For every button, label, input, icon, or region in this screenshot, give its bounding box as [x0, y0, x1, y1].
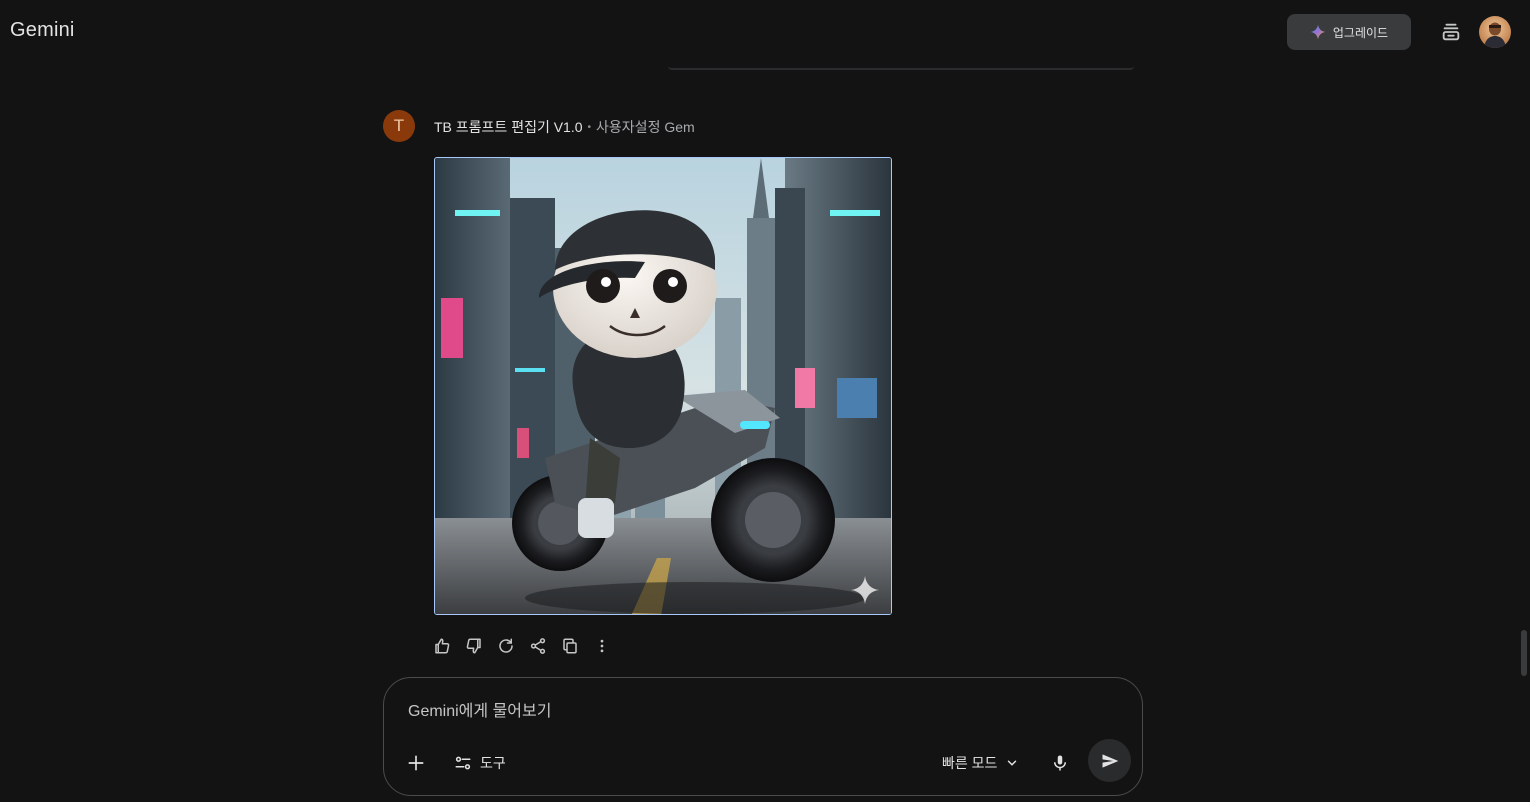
- send-icon: [1102, 753, 1118, 768]
- avatar: [1479, 16, 1511, 48]
- top-bar: Gemini 업그레이드: [0, 0, 1530, 64]
- upgrade-button[interactable]: 업그레이드: [1287, 14, 1411, 50]
- prompt-input[interactable]: [408, 700, 1008, 724]
- regenerate-icon: [499, 638, 513, 653]
- scrollbar-thumb[interactable]: [1521, 630, 1527, 676]
- upgrade-label: 업그레이드: [1332, 25, 1389, 40]
- temporary-chat-icon: [1442, 23, 1460, 41]
- gemini-sparkle-icon: [1310, 24, 1326, 40]
- tools-label: 도구: [480, 755, 506, 771]
- account-avatar[interactable]: [1479, 16, 1511, 48]
- gem-separator: •: [587, 121, 592, 133]
- generated-image-art: [435, 158, 891, 614]
- previous-message-edge: [668, 66, 1134, 70]
- microphone-button[interactable]: [1048, 750, 1072, 776]
- add-files-button[interactable]: [403, 750, 429, 776]
- gem-avatar: T: [383, 110, 415, 142]
- share-icon: [530, 638, 546, 654]
- tools-button[interactable]: 도구: [454, 750, 506, 776]
- chevron-down-icon: [1008, 760, 1017, 766]
- send-button[interactable]: [1088, 739, 1131, 782]
- plus-icon: [408, 755, 424, 771]
- regenerate-button[interactable]: [496, 634, 516, 658]
- gem-type: 사용자설정 Gem: [596, 119, 695, 135]
- thumb-down-button[interactable]: [464, 634, 484, 658]
- more-options-button[interactable]: [592, 634, 612, 658]
- copy-button[interactable]: [560, 634, 580, 658]
- mode-label: 빠른 모드: [942, 755, 998, 771]
- app-title[interactable]: Gemini: [10, 19, 75, 42]
- more-vert-icon: [600, 639, 604, 653]
- mode-selector[interactable]: 빠른 모드: [942, 750, 1019, 776]
- gem-header: TB 프롬프트 편집기 V1.0 • 사용자설정 Gem: [434, 117, 695, 137]
- gem-name: TB 프롬프트 편집기 V1.0: [434, 119, 583, 135]
- prompt-composer: 도구 빠른 모드: [383, 677, 1143, 796]
- share-button[interactable]: [528, 634, 548, 658]
- temporary-chat-button[interactable]: [1434, 15, 1468, 49]
- thumb-up-button[interactable]: [432, 634, 452, 658]
- mic-icon: [1054, 755, 1066, 771]
- copy-icon: [563, 638, 577, 654]
- thumb-up-icon: [435, 638, 450, 654]
- generated-image[interactable]: [434, 157, 892, 615]
- thumb-down-icon: [466, 638, 481, 654]
- response-actions: [432, 634, 612, 658]
- tools-icon: [455, 756, 471, 770]
